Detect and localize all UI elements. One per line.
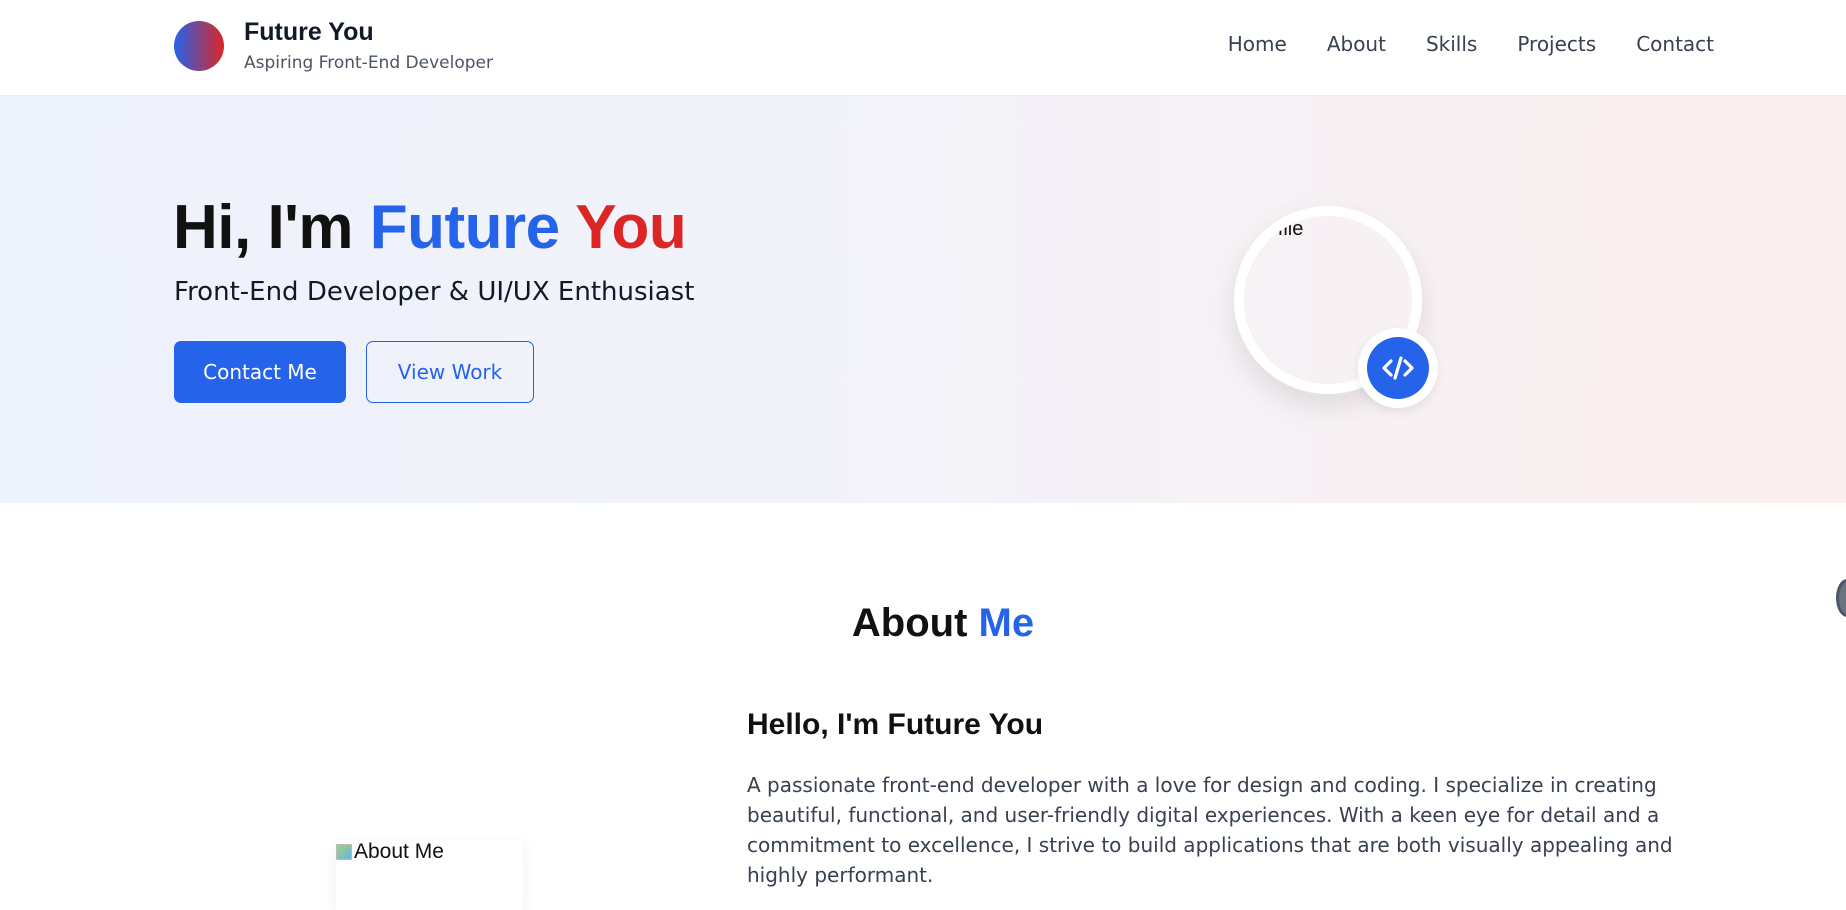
hero-title-second: You [575, 193, 687, 262]
about-image-alt: About Me [336, 840, 444, 864]
about-heading-second: Me [978, 601, 1035, 645]
about-paragraph: A passionate front-end developer with a … [747, 773, 1673, 887]
nav-link-home[interactable]: Home [1228, 32, 1287, 56]
hero-title: Hi, I'm Future You [173, 192, 687, 263]
about-name-heading: Hello, I'm Future You [747, 708, 1044, 741]
about-image: About Me [336, 840, 523, 910]
about-heading-first: About [851, 601, 968, 645]
code-icon [1367, 337, 1429, 399]
about-heading: About Me [0, 601, 1846, 646]
hero-title-prefix: Hi, I'm [173, 193, 370, 262]
profile-image-alt: rofile [1260, 218, 1304, 240]
brand-title: Future You [244, 18, 374, 46]
code-badge [1358, 328, 1438, 408]
nav-link-about[interactable]: About [1327, 32, 1386, 56]
nav-link-contact[interactable]: Contact [1636, 32, 1714, 56]
broken-image-icon [336, 844, 352, 860]
hero-subtitle: Front-End Developer & UI/UX Enthusiast [174, 277, 695, 307]
about-image-alt-text: About Me [354, 840, 444, 863]
contact-me-button[interactable]: Contact Me [174, 341, 346, 403]
view-work-button[interactable]: View Work [366, 341, 534, 403]
hero-title-first: Future [369, 193, 560, 262]
nav-link-skills[interactable]: Skills [1426, 32, 1477, 56]
logo[interactable] [174, 21, 224, 71]
nav-link-projects[interactable]: Projects [1517, 32, 1596, 56]
brand-subtitle: Aspiring Front-End Developer [244, 53, 493, 73]
hero-section: Hi, I'm Future You Front-End Developer &… [0, 96, 1846, 503]
site-header: Future You Aspiring Front-End Developer … [0, 0, 1846, 96]
main-nav: Home About Skills Projects Contact [1228, 32, 1714, 56]
